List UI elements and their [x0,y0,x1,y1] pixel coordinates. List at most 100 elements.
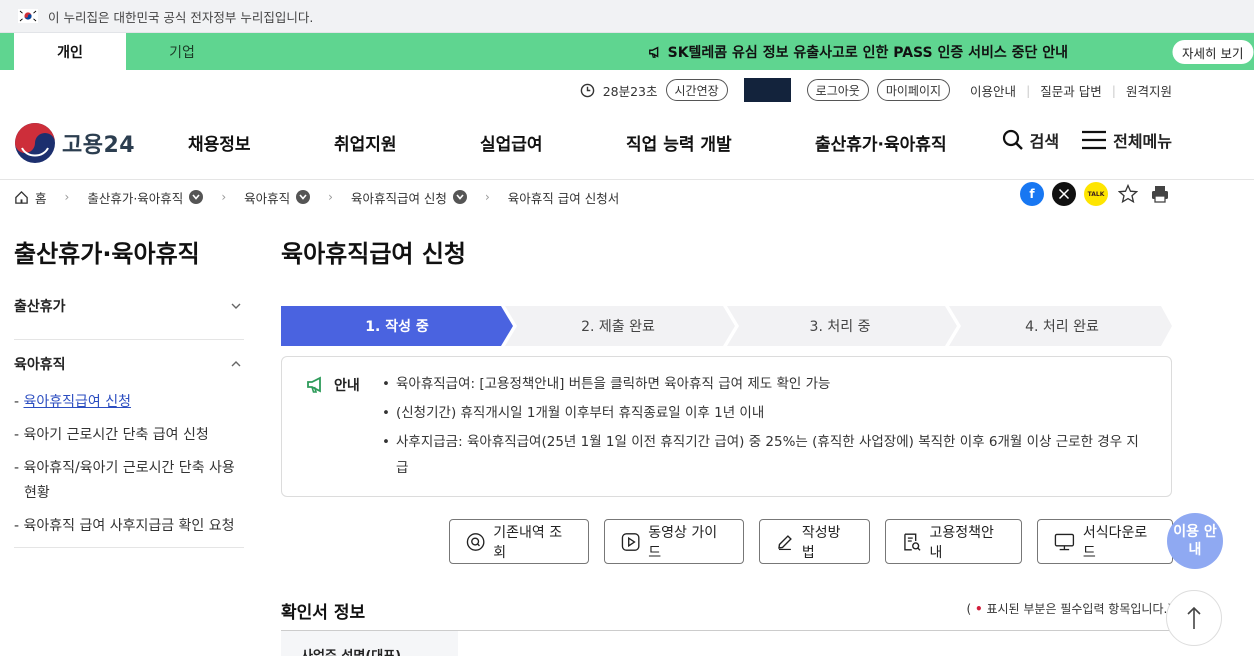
step-completed: 4. 처리 완료 [1025,319,1099,335]
session-timer: 28분23초 [602,83,658,99]
section-label: 출산휴가 [14,299,66,315]
breadcrumb-label: 육아휴직 [244,190,291,206]
gnb-maternity-leave[interactable]: 출산휴가·육아휴직 [815,130,947,155]
site-logo[interactable]: 고용24 [14,122,135,164]
button-label: 기존내역 조회 [493,524,563,561]
gnb-jobs[interactable]: 채용정보 [188,130,251,155]
util-link-guide[interactable]: 이용안내 [970,81,1016,100]
side-nav-list: - 육아휴직급여 신청 - 육아기 근로시간 단축 급여 신청 - 육아휴직/육… [14,390,244,539]
info-notice-box: 안내 육아휴직급여: [고용정책안내] 버튼을 클릭하면 육아휴직 급여 제도 … [281,356,1172,497]
side-nav-section-parental-leave[interactable]: 육아휴직 [14,354,244,374]
all-menu-button[interactable]: 전체메뉴 [1081,128,1172,152]
step-processing: 3. 처리 중 [809,319,871,335]
search-button[interactable]: 검색 [1002,128,1059,152]
breadcrumb-home[interactable]: 홈 [14,188,47,207]
breadcrumb-label: 홈 [35,190,47,206]
mypage-button[interactable]: 마이페이지 [876,79,951,101]
employment-policy-button[interactable]: 고용정책안내 [885,519,1022,564]
note-prefix: ( [966,602,975,616]
x-twitter-icon[interactable] [1052,182,1076,206]
pencil-icon [778,534,792,550]
print-icon[interactable] [1148,182,1172,206]
taegeuk-flag-icon [18,9,38,23]
usage-guide-float-button[interactable]: 이용 안내 [1167,513,1223,569]
step-submitted: 2. 제출 완료 [581,319,655,335]
star-icon[interactable] [1116,182,1140,206]
required-dot: • [974,602,983,616]
writing-method-button[interactable]: 작성방법 [759,519,870,564]
chevron-right-icon: › [328,190,333,204]
chevron-right-icon: › [484,190,490,204]
breadcrumb-current: 육아휴직 급여 신청서 [508,188,619,207]
tab-personal[interactable]: 개인 [14,33,126,70]
search-icon [1002,129,1023,150]
util-link-qna[interactable]: 질문과 답변 [1040,81,1101,100]
form-download-button[interactable]: 서식다운로드 [1037,519,1173,564]
gnb-employment-support[interactable]: 취업지원 [334,130,397,155]
search-label: 검색 [1029,132,1060,151]
section-label: 육아휴직 [14,357,66,373]
chevron-right-icon: › [221,190,227,204]
side-nav-link[interactable]: 육아휴직/육아기 근로시간 단축 사용 현황 [24,460,235,501]
breadcrumb-level2[interactable]: 육아휴직 [244,188,311,207]
util-link-remote[interactable]: 원격지원 [1126,81,1172,100]
logo-text: 고용24 [62,133,136,158]
document-search-icon [904,533,921,551]
required-note: ( • 표시된 부분은 필수입력 항목입니다.) [966,600,1172,617]
history-lookup-button[interactable]: 기존내역 조회 [449,519,589,564]
button-label: 서식다운로드 [1082,524,1148,561]
divider: | [1111,82,1116,98]
breadcrumb-label: 육아휴직 급여 신청서 [507,190,620,206]
button-label: 고용정책안내 [929,524,994,561]
main-content: 육아휴직급여 신청 1. 작성 중 2. 제출 완료 3. 처리 중 4. 처리… [281,234,1173,656]
confirmation-form: 사업주 성명(대표) [281,630,1172,656]
video-guide-button[interactable]: 동영상 가이드 [604,519,744,564]
chevron-down-icon[interactable] [296,190,311,204]
kakaotalk-icon[interactable]: TALK [1084,182,1108,206]
play-icon [621,532,640,551]
button-label: 작성방법 [801,524,841,561]
chevron-down-icon[interactable] [189,190,204,204]
side-nav-item-usage-status[interactable]: - 육아휴직/육아기 근로시간 단축 사용 현황 [14,456,244,506]
gov-banner: 이 누리집은 대한민국 공식 전자정부 누리집입니다. [0,0,1254,33]
chevron-down-icon[interactable] [452,190,467,204]
breadcrumb-level1[interactable]: 출산휴가·육아휴직 [87,188,204,207]
side-nav-item-deferred-payment[interactable]: - 육아휴직 급여 사후지급금 확인 요청 [14,514,244,539]
side-nav-link[interactable]: 육아휴직 급여 사후지급금 확인 요청 [24,518,235,534]
user-name-masked [743,78,791,102]
logout-button[interactable]: 로그아웃 [806,79,869,101]
home-icon [15,190,28,204]
side-nav-item-reduced-hours[interactable]: - 육아기 근로시간 단축 급여 신청 [14,423,244,448]
notice-detail-button[interactable]: 자세히 보기 [1172,40,1254,64]
top-tab-bar: 개인 기업 SK텔레콤 유심 정보 유출사고로 인한 PASS 인증 서비스 중… [0,33,1254,70]
all-menu-label: 전체메뉴 [1113,132,1172,151]
form-field-label: 사업주 성명(대표) [281,631,458,656]
side-nav-title: 출산휴가·육아휴직 [14,240,200,268]
service-notice[interactable]: SK텔레콤 유심 정보 유출사고로 인한 PASS 인증 서비스 중단 안내 [648,33,1068,70]
divider [14,547,244,548]
extend-time-button[interactable]: 시간연장 [665,79,728,101]
info-item: (신청기간) 휴직개시일 1개월 이후부터 휴직종료일 이후 1년 이내 [382,400,1142,426]
tool-button-row: 기존내역 조회 동영상 가이드 작성방법 고용정책안내 서식다운로드 [449,519,1173,564]
logo-mark-icon [15,123,55,163]
facebook-icon[interactable]: f [1020,182,1044,206]
notice-text: SK텔레콤 유심 정보 유출사고로 인한 PASS 인증 서비스 중단 안내 [667,44,1068,61]
button-label: 동영상 가이드 [648,524,718,561]
clock-icon [580,83,594,97]
tab-business[interactable]: 기업 [126,33,238,70]
progress-steps: 1. 작성 중 2. 제출 완료 3. 처리 중 4. 처리 완료 [281,306,1172,346]
breadcrumb-label: 육아휴직급여 신청 [350,190,447,206]
divider: | [1026,82,1031,98]
breadcrumb-level3[interactable]: 육아휴직급여 신청 [351,188,467,207]
side-nav-link[interactable]: 육아휴직급여 신청 [24,394,132,410]
gnb-unemployment-benefit[interactable]: 실업급여 [480,130,543,155]
side-nav-section-maternity[interactable]: 출산휴가 [14,292,244,340]
side-nav-link[interactable]: 육아기 근로시간 단축 급여 신청 [24,427,209,443]
gnb-job-training[interactable]: 직업 능력 개발 [626,130,732,155]
scroll-top-button[interactable] [1166,590,1222,646]
info-item: 사후지급금: 육아휴직급여(25년 1월 1일 이전 휴직기간 급여) 중 25… [382,429,1142,481]
side-nav-item-benefit-apply[interactable]: - 육아휴직급여 신청 [14,390,244,415]
note-text: 표시된 부분은 필수입력 항목입니다.) [982,602,1172,616]
utility-bar: 28분23초 시간연장 로그아웃 마이페이지 이용안내 | 질문과 답변 | 원… [0,70,1254,108]
chevron-down-icon [231,303,241,309]
